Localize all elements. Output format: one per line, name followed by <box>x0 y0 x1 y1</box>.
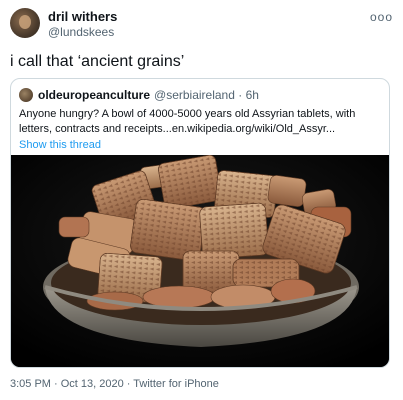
show-thread-link[interactable]: Show this thread <box>19 139 101 151</box>
more-options-icon[interactable]: ooo <box>370 10 393 24</box>
quoted-handle-time: @serbiaireland · 6h <box>154 88 259 102</box>
author-info: dril withers @lundskees <box>48 9 117 40</box>
quoted-author-name[interactable]: oldeuropeanculture <box>38 88 150 102</box>
avatar-face <box>19 15 31 29</box>
quoted-photo[interactable] <box>11 155 389 367</box>
author-avatar[interactable] <box>10 8 40 38</box>
tweet-timestamp[interactable]: 3:05 PM · Oct 13, 2020 · Twitter for iPh… <box>10 378 219 390</box>
quoted-avatar[interactable] <box>19 88 33 102</box>
quoted-header: oldeuropeanculture @serbiaireland · 6h <box>19 87 259 103</box>
quoted-tweet[interactable]: oldeuropeanculture @serbiaireland · 6h A… <box>10 78 390 368</box>
tweet-text: i call that ‘ancient grains’ <box>10 53 185 70</box>
tablets-bowl-illustration <box>11 155 389 367</box>
quoted-text: Anyone hungry? A bowl of 4000-5000 years… <box>19 108 356 135</box>
author-name[interactable]: dril withers <box>48 9 117 24</box>
author-handle[interactable]: @lundskees <box>48 25 117 40</box>
